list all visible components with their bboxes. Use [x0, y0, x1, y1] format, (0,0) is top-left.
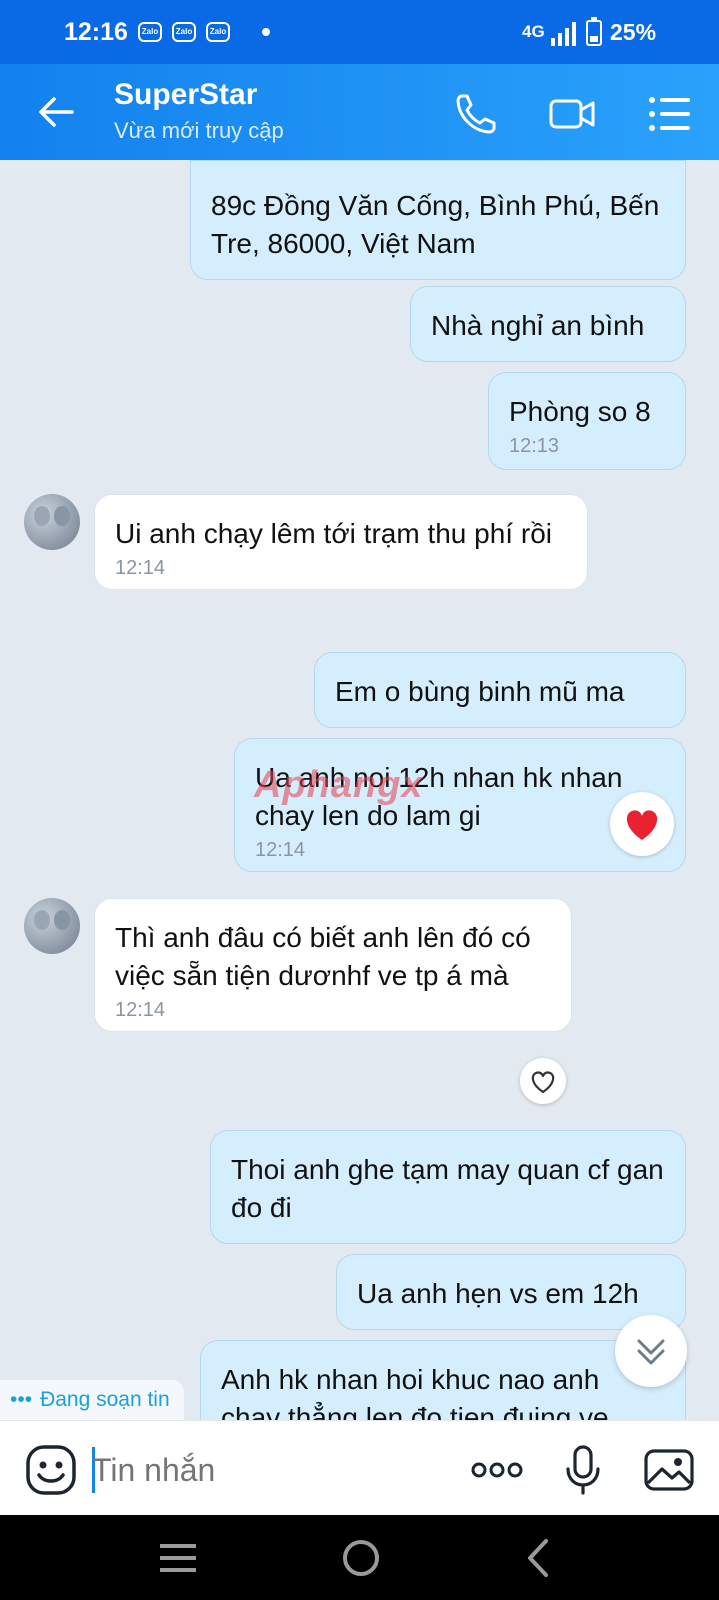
zalo-notification-icon: Zalo: [172, 22, 196, 42]
watermark-text: Aphangx: [254, 764, 424, 806]
more-options-icon[interactable]: [470, 1443, 524, 1497]
sticker-emoji-icon[interactable]: [24, 1443, 78, 1497]
zalo-notification-icon: Zalo: [138, 22, 162, 42]
message-time: 12:14: [115, 557, 166, 579]
battery-percent: 25%: [610, 19, 657, 45]
status-bar: 12:16 Zalo Zalo Zalo 4G 25%: [0, 0, 719, 64]
message-input[interactable]: [92, 1445, 432, 1495]
back-arrow-icon[interactable]: [36, 92, 76, 132]
battery-icon: [586, 17, 602, 46]
contact-status: Vừa mới truy cập: [114, 118, 284, 143]
heart-outline-icon[interactable]: [520, 1058, 566, 1104]
message-text: Ui anh chạy lêm tới trạm thu phí rồi: [115, 518, 552, 549]
message-text: Thoi anh ghe tạm may quan cf gan đo đi: [231, 1154, 664, 1223]
message-bubble-sent[interactable]: Anh hk nhan hoi khuc nao anh chay thẳng …: [200, 1340, 686, 1420]
status-time: 12:16: [64, 18, 128, 46]
contact-avatar[interactable]: [24, 494, 80, 550]
contact-avatar[interactable]: [24, 898, 80, 954]
recent-apps-icon[interactable]: [156, 1535, 202, 1581]
message-text: 89c Đồng Văn Cống, Bình Phú, Bến Tre, 86…: [211, 190, 660, 259]
image-gallery-icon[interactable]: [642, 1443, 696, 1497]
message-bubble-sent[interactable]: 89c Đồng Văn Cống, Bình Phú, Bến Tre, 86…: [190, 160, 686, 280]
chat-header: SuperStar Vừa mới truy cập: [0, 64, 719, 160]
message-bubble-received[interactable]: Ui anh chạy lêm tới trạm thu phí rồi 12:…: [94, 494, 588, 590]
message-bubble-sent[interactable]: Nhà nghỉ an bình: [410, 286, 686, 362]
back-nav-icon[interactable]: [516, 1535, 562, 1581]
typing-dots-icon: •••: [10, 1388, 33, 1411]
message-text: Anh hk nhan hoi khuc nao anh chay thẳng …: [221, 1364, 609, 1420]
message-time: 12:14: [255, 839, 306, 861]
contact-name[interactable]: SuperStar: [114, 78, 257, 112]
zalo-notification-icon: Zalo: [206, 22, 230, 42]
message-bubble-received[interactable]: Thì anh đâu có biết anh lên đó có việc s…: [94, 898, 572, 1032]
typing-text: Đang soạn tin: [40, 1388, 170, 1411]
typing-indicator: ••• Đang soạn tin: [0, 1380, 184, 1420]
home-icon[interactable]: [338, 1535, 384, 1581]
double-chevron-down-icon: [637, 1339, 665, 1365]
composer-bar: [0, 1420, 719, 1515]
network-type: 4G: [522, 22, 545, 41]
message-text: Ua anh hẹn vs em 12h: [357, 1278, 639, 1309]
message-text: Thì anh đâu có biết anh lên đó có việc s…: [115, 922, 531, 991]
message-bubble-sent[interactable]: Thoi anh ghe tạm may quan cf gan đo đi: [210, 1130, 686, 1244]
message-bubble-sent[interactable]: Phòng so 8 12:13: [488, 372, 686, 470]
signal-icon: [551, 22, 576, 46]
video-call-icon[interactable]: [548, 90, 596, 138]
heart-reaction-icon[interactable]: [610, 792, 674, 856]
system-nav-bar: [0, 1515, 719, 1600]
microphone-icon[interactable]: [556, 1443, 610, 1497]
message-text: Nhà nghỉ an bình: [431, 310, 645, 341]
message-time: 12:14: [115, 999, 166, 1021]
menu-icon[interactable]: [646, 90, 694, 138]
message-list[interactable]: 89c Đồng Văn Cống, Bình Phú, Bến Tre, 86…: [0, 160, 719, 1420]
more-notifications-dot: [262, 28, 270, 36]
scroll-to-bottom-button[interactable]: [615, 1315, 687, 1387]
message-bubble-sent[interactable]: Em o bùng binh mũ ma: [314, 652, 686, 728]
message-text: Em o bùng binh mũ ma: [335, 676, 625, 707]
message-text: Phòng so 8: [509, 396, 651, 427]
message-time: 12:13: [509, 435, 560, 457]
voice-call-icon[interactable]: [452, 90, 500, 138]
